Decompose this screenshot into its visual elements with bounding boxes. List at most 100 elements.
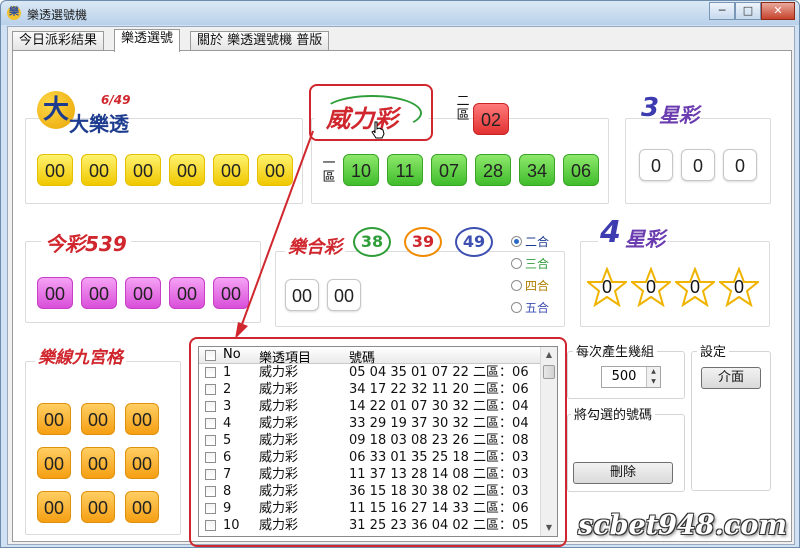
row-no: 4 [223, 416, 232, 431]
star4-digit-4: 0 [717, 266, 761, 308]
daily539-ball-2: 00 [81, 277, 117, 309]
list-scrollbar[interactable]: ▲ ▼ [540, 347, 557, 536]
table-row[interactable]: 5 威力彩 09 18 03 08 23 26 二區：08 [199, 432, 541, 449]
title-bar: 樂 樂透選號機 ─ □ ✕ [1, 1, 799, 25]
column-no[interactable]: No [223, 347, 241, 362]
settings-title: 設定 [697, 341, 730, 360]
row-item: 威力彩 [259, 450, 299, 465]
spin-down-icon[interactable]: ▼ [647, 377, 660, 387]
row-item: 威力彩 [259, 501, 299, 516]
tab-today-results[interactable]: 今日派彩結果 [12, 31, 105, 51]
table-row[interactable]: 2 威力彩 34 17 22 32 11 20 二區：06 [199, 381, 541, 398]
row-checkbox[interactable] [205, 469, 216, 480]
row-item: 威力彩 [259, 484, 299, 499]
combo-badge-39: 39 [404, 227, 442, 257]
table-row[interactable]: 9 威力彩 11 15 16 27 14 33 二區：06 [199, 500, 541, 517]
row-checkbox[interactable] [205, 520, 216, 531]
bingo-cell-8: 00 [81, 491, 115, 523]
row-item: 威力彩 [259, 467, 299, 482]
row-checkbox[interactable] [205, 435, 216, 446]
results-list[interactable]: No 樂透項目 號碼 1 威力彩 05 04 35 01 07 22 二區：06 2 威… [198, 346, 558, 537]
row-checkbox[interactable] [205, 452, 216, 463]
table-row[interactable]: 8 威力彩 36 15 18 30 38 02 二區：03 [199, 483, 541, 500]
minimize-button[interactable]: ─ [709, 2, 735, 20]
superlotto-zone1-ball-1: 10 [343, 154, 379, 186]
table-row[interactable]: 10 威力彩 31 25 23 36 04 02 二區：05 [199, 517, 541, 534]
row-item: 威力彩 [259, 382, 299, 397]
tab-lotto-pick[interactable]: 樂透選號 [114, 29, 181, 52]
row-item: 威力彩 [259, 518, 299, 533]
row-numbers: 06 33 01 35 25 18 二區：03 [349, 450, 529, 465]
row-numbers: 36 15 18 30 38 02 二區：03 [349, 484, 529, 499]
row-checkbox[interactable] [205, 503, 216, 514]
row-no: 9 [223, 501, 232, 516]
daily539-ball-1: 00 [37, 277, 73, 309]
bingo-cell-2: 00 [81, 403, 115, 435]
watermark: scbet948.com [578, 510, 787, 541]
superlotto-zone1-ball-4: 28 [475, 154, 511, 186]
bingo-cell-1: 00 [37, 403, 71, 435]
per-generate-spinner[interactable]: 500 ▲ ▼ [601, 366, 661, 388]
row-item: 威力彩 [259, 365, 299, 380]
lotto649-ball-1: 00 [37, 154, 73, 186]
row-checkbox[interactable] [205, 486, 216, 497]
app-window: 樂 樂透選號機 ─ □ ✕ 今日派彩結果 樂透選號 關於 樂透選號機 普版 大 … [0, 0, 800, 548]
daily539-ball-3: 00 [125, 277, 161, 309]
radio-five-combo[interactable]: 五合 [511, 299, 549, 316]
lotto649-ball-4: 00 [169, 154, 205, 186]
row-checkbox[interactable] [205, 401, 216, 412]
superlotto-zone1-ball-3: 07 [431, 154, 467, 186]
radio-two-combo[interactable]: 二合 [511, 233, 549, 250]
maximize-button[interactable]: □ [735, 2, 761, 20]
combo-badge-38: 38 [353, 227, 391, 257]
bingo-cell-6: 00 [125, 447, 159, 479]
row-numbers: 11 37 13 28 14 08 二區：03 [349, 467, 529, 482]
interface-button[interactable]: 介面 [701, 367, 761, 389]
star3-digit-3: 0 [723, 149, 757, 181]
daily539-logo: 今彩539 [41, 228, 131, 257]
star4-digit-2: 0 [629, 266, 673, 308]
superlotto-zone2-label: 二區 [456, 94, 470, 123]
superlotto-zone2-ball: 02 [473, 103, 509, 135]
scroll-down-icon[interactable]: ▼ [541, 520, 557, 536]
select-all-checkbox[interactable] [205, 350, 216, 361]
row-checkbox[interactable] [205, 384, 216, 395]
tab-about[interactable]: 關於 樂透選號機 普版 [190, 31, 330, 51]
star4-digit-1: 0 [585, 266, 629, 308]
row-numbers: 34 17 22 32 11 20 二區：06 [349, 382, 529, 397]
delete-checked-title: 將勾選的號碼 [571, 404, 656, 423]
combo-badge-49: 49 [455, 227, 493, 257]
row-no: 1 [223, 365, 232, 380]
per-generate-value[interactable]: 500 [602, 369, 646, 384]
table-row[interactable]: 6 威力彩 06 33 01 35 25 18 二區：03 [199, 449, 541, 466]
row-no: 10 [223, 518, 240, 533]
superlotto-zone1-label: 一區 [322, 156, 336, 185]
radio-three-combo[interactable]: 三合 [511, 255, 549, 272]
lotto649-ball-3: 00 [125, 154, 161, 186]
scroll-thumb[interactable] [543, 365, 555, 379]
table-row[interactable]: 7 威力彩 11 37 13 28 14 08 二區：03 [199, 466, 541, 483]
row-checkbox[interactable] [205, 418, 216, 429]
delete-button[interactable]: 刪除 [573, 462, 673, 484]
lotto649-ball-5: 00 [213, 154, 249, 186]
close-button[interactable]: ✕ [761, 2, 795, 20]
radio-four-combo[interactable]: 四合 [511, 277, 549, 294]
row-no: 6 [223, 450, 232, 465]
results-list-header: No 樂透項目 號碼 [199, 347, 541, 366]
daily539-ball-5: 00 [213, 277, 249, 309]
per-generate-title: 每次產生幾組 [573, 341, 658, 360]
table-row[interactable]: 4 威力彩 33 29 19 37 30 32 二區：04 [199, 415, 541, 432]
row-checkbox[interactable] [205, 367, 216, 378]
spin-up-icon[interactable]: ▲ [647, 367, 660, 377]
client-area: 今日派彩結果 樂透選號 關於 樂透選號機 普版 大 大樂透 6/49 00 00… [7, 26, 795, 547]
row-item: 威力彩 [259, 416, 299, 431]
star4-digit-3: 0 [673, 266, 717, 308]
row-numbers: 09 18 03 08 23 26 二區：08 [349, 433, 529, 448]
table-row[interactable]: 3 威力彩 14 22 01 07 30 32 二區：04 [199, 398, 541, 415]
row-no: 8 [223, 484, 232, 499]
table-row[interactable]: 1 威力彩 05 04 35 01 07 22 二區：06 [199, 364, 541, 381]
scroll-up-icon[interactable]: ▲ [541, 347, 557, 363]
cursor-hand-icon [371, 121, 385, 139]
bingo-cell-3: 00 [125, 403, 159, 435]
row-item: 威力彩 [259, 433, 299, 448]
